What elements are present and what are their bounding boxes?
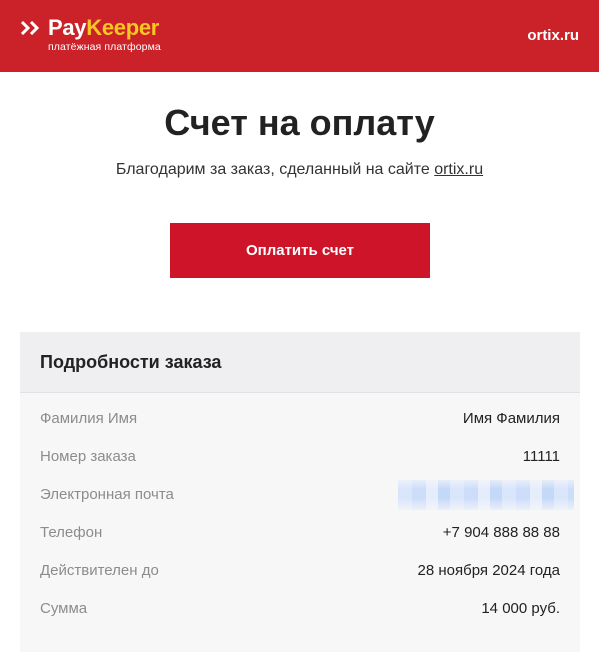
thanks-message: Благодарим за заказ, сделанный на сайте … xyxy=(0,161,599,179)
detail-value: 28 ноября 2024 года xyxy=(417,562,560,579)
detail-label: Сумма xyxy=(40,600,88,617)
detail-label: Электронная почта xyxy=(40,486,174,503)
thanks-text: Благодарим за заказ, сделанный на сайте xyxy=(115,161,435,178)
detail-row-email: Электронная почта xyxy=(20,480,580,524)
detail-label: Фамилия Имя xyxy=(40,410,138,427)
order-details-title: Подробности заказа xyxy=(40,351,222,372)
pay-invoice-button[interactable]: Оплатить счет xyxy=(170,223,430,278)
paykeeper-logo[interactable]: Pay Keeper платёжная платформа xyxy=(20,15,161,53)
page-title: Счет на оплату xyxy=(164,102,435,143)
logo-text-keeper: Keeper xyxy=(86,15,160,40)
order-details-list: Фамилия Имя Имя Фамилия Номер заказа 111… xyxy=(20,410,580,638)
detail-row-valid-until: Действителен до 28 ноября 2024 года xyxy=(20,562,580,600)
detail-label: Телефон xyxy=(40,524,103,541)
order-details-header: Подробности заказа xyxy=(20,332,580,393)
detail-value: Имя Фамилия xyxy=(462,410,560,427)
logo-subtitle: платёжная платформа xyxy=(48,41,161,53)
shop-link[interactable]: ortix.ru xyxy=(434,161,483,178)
detail-label: Номер заказа xyxy=(40,448,136,465)
blurred-email-value xyxy=(398,480,574,510)
detail-label: Действителен до xyxy=(40,562,159,579)
detail-row-name: Фамилия Имя Имя Фамилия xyxy=(20,410,580,448)
detail-value: 14 000 руб. xyxy=(481,600,560,617)
logo-text-pay: Pay xyxy=(48,15,87,40)
order-details-card: Подробности заказа Фамилия Имя Имя Фамил… xyxy=(20,332,580,652)
detail-row-phone: Телефон +7 904 888 88 88 xyxy=(20,524,580,562)
site-link[interactable]: ortix.ru xyxy=(527,27,579,44)
detail-value: +7 904 888 88 88 xyxy=(442,524,560,541)
detail-value: 11111 xyxy=(522,448,560,465)
header-bar: Pay Keeper платёжная платформа ortix.ru xyxy=(0,0,599,72)
double-chevron-right-icon xyxy=(20,21,40,35)
detail-row-amount: Сумма 14 000 руб. xyxy=(20,600,580,638)
